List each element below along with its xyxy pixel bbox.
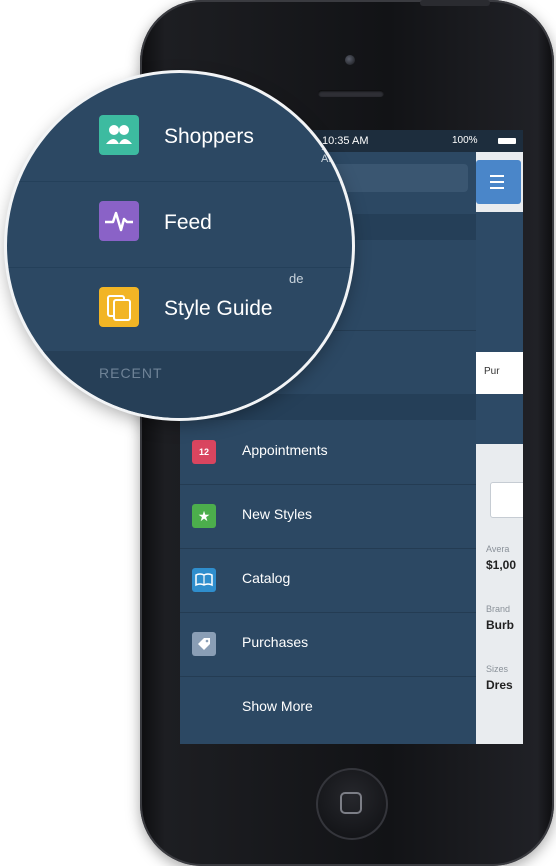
menu-item-shoppers[interactable]: Shoppers xyxy=(7,95,352,182)
book-icon xyxy=(192,568,216,592)
home-button[interactable] xyxy=(316,768,388,840)
hamburger-icon xyxy=(490,187,504,189)
content-panel: Pur Avera $1,00 Brand Burb Sizes Dres xyxy=(476,152,523,744)
style-guide-icon xyxy=(99,287,139,327)
menu-item-label: Show More xyxy=(242,698,313,714)
magnified-status-time: 10:35 AM xyxy=(321,141,349,165)
hamburger-icon xyxy=(490,181,504,183)
content-header xyxy=(476,212,523,352)
menu-item-style-guide[interactable]: Style Guide de xyxy=(7,267,352,354)
menu-item-label: Feed xyxy=(164,211,212,234)
calendar-icon: 12 xyxy=(192,440,216,464)
home-square-icon xyxy=(340,792,362,814)
menu-item-appointments[interactable]: 12 Appointments xyxy=(180,420,476,485)
power-button xyxy=(420,0,490,6)
front-camera xyxy=(345,55,355,65)
shoppers-icon xyxy=(99,115,139,155)
menu-item-label: New Styles xyxy=(242,506,313,522)
menu-item-catalog[interactable]: Catalog xyxy=(180,548,476,613)
star-icon: ★ xyxy=(192,504,216,528)
field-label: Sizes xyxy=(486,664,509,674)
recent-label: RECENT xyxy=(99,365,163,381)
menu-item-new-styles[interactable]: ★ New Styles xyxy=(180,484,476,549)
menu-item-label: Purchases xyxy=(242,634,309,650)
field-label: Avera xyxy=(486,544,510,554)
hamburger-icon xyxy=(490,175,504,177)
magnifier-callout: Shoppers Feed Style Guide de RECENT 10:3… xyxy=(7,73,352,418)
field-label: Brand xyxy=(486,604,511,614)
field-value: Dres xyxy=(486,678,513,692)
menu-item-label: Catalog xyxy=(242,570,291,586)
menu-item-label: Appointments xyxy=(242,442,328,458)
menu-toggle-button[interactable] xyxy=(476,160,521,204)
recent-section-header: RECENT xyxy=(7,351,352,418)
field-value: Burb xyxy=(486,618,514,632)
style-guide-fragment: de xyxy=(289,271,304,286)
feed-icon xyxy=(99,201,139,241)
menu-item-label: Shoppers xyxy=(164,125,254,148)
menu-item-feed[interactable]: Feed xyxy=(7,181,352,268)
menu-item-label: Style Guide xyxy=(164,297,273,320)
battery-icon xyxy=(498,138,516,144)
content-band xyxy=(476,394,523,444)
tab-purchases[interactable]: Pur xyxy=(476,352,523,394)
battery-percent: 100% xyxy=(452,135,478,146)
field-value: $1,00 xyxy=(486,558,517,572)
menu-item-purchases[interactable]: Purchases xyxy=(180,612,476,677)
content-button[interactable] xyxy=(490,482,523,518)
menu-item-show-more[interactable]: Show More xyxy=(180,676,476,740)
tag-icon xyxy=(192,632,216,656)
tab-label: Pur xyxy=(484,366,500,377)
